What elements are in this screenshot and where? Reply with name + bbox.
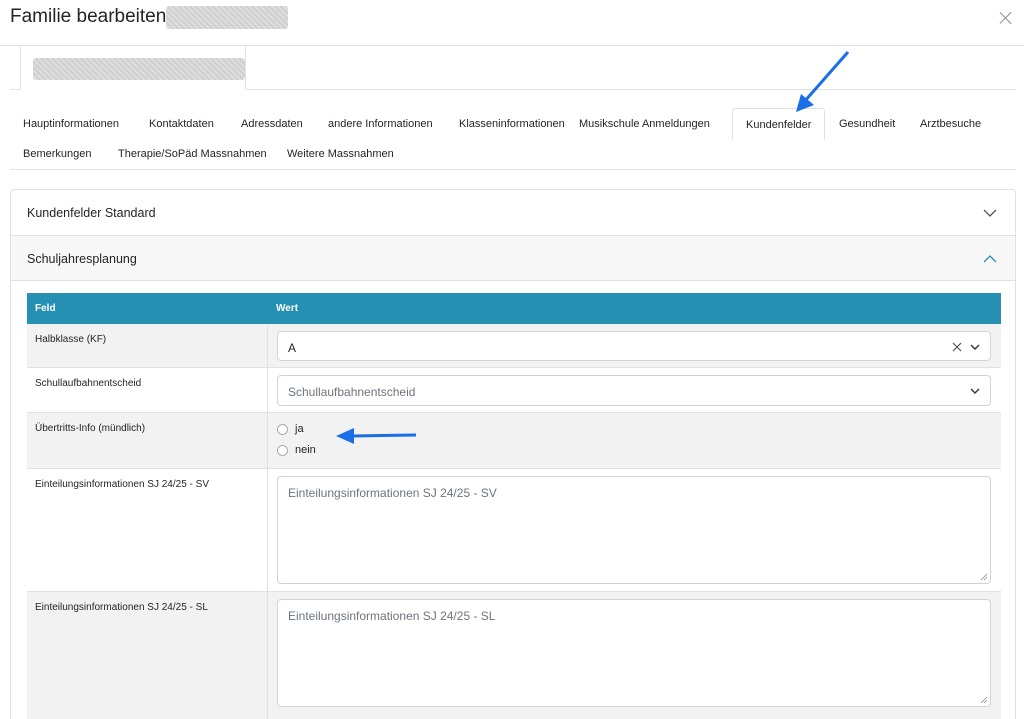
chevron-up-icon <box>983 255 997 263</box>
schullaufbahnentscheid-select[interactable]: Schullaufbahnentscheid <box>277 375 991 406</box>
select-value: A <box>288 341 297 355</box>
tab-weitere-massnahmen[interactable]: Weitere Massnahmen <box>274 138 407 170</box>
table-row-einteilung-sl: Einteilungsinformationen SJ 24/25 - SL E… <box>27 592 1001 719</box>
table-row-halbklasse: Halbklasse (KF) A <box>27 324 1001 368</box>
member-tab-strip <box>10 46 1016 90</box>
field-label: Einteilungsinformationen SJ 24/25 - SV <box>35 479 209 490</box>
halbklasse-select[interactable]: A <box>277 331 991 361</box>
radio-label: ja <box>295 423 304 435</box>
redacted-family-name <box>166 6 288 29</box>
einteilung-sv-textarea[interactable]: Einteilungsinformationen SJ 24/25 - SV <box>277 476 991 584</box>
field-label: Einteilungsinformationen SJ 24/25 - SL <box>35 602 208 613</box>
radio-option-nein[interactable]: nein <box>277 444 316 456</box>
column-divider <box>267 469 268 591</box>
tab-hauptinformationen[interactable]: Hauptinformationen <box>10 108 132 140</box>
table-header-wert: Wert <box>268 293 1001 324</box>
tab-andere-informationen[interactable]: andere Informationen <box>315 108 446 140</box>
tab-musikschule-anmeldungen[interactable]: Musikschule Anmeldungen <box>566 108 723 140</box>
einteilung-sl-textarea[interactable]: Einteilungsinformationen SJ 24/25 - SL <box>277 599 991 707</box>
column-divider <box>267 413 268 468</box>
modal-title: Familie bearbeiten <box>10 6 167 27</box>
accordion-label: Kundenfelder Standard <box>27 206 156 220</box>
annotation-arrow-icon <box>796 51 850 112</box>
chevron-down-icon[interactable] <box>970 387 980 395</box>
chevron-down-icon[interactable] <box>970 343 980 351</box>
select-placeholder: Schullaufbahnentscheid <box>288 385 416 399</box>
resize-handle-icon[interactable] <box>980 696 988 704</box>
tab-arztbesuche[interactable]: Arztbesuche <box>907 108 994 140</box>
accordion-label: Schuljahresplanung <box>27 252 137 266</box>
modal-header: Familie bearbeiten <box>0 0 1024 46</box>
column-divider <box>267 324 268 367</box>
redacted-member-name <box>33 58 245 80</box>
radio-button[interactable] <box>277 423 288 435</box>
radio-label: nein <box>295 444 316 456</box>
chevron-down-icon <box>983 209 997 217</box>
column-divider <box>267 592 268 719</box>
resize-handle-icon[interactable] <box>980 573 988 581</box>
textarea-placeholder: Einteilungsinformationen SJ 24/25 - SL <box>288 609 496 623</box>
tab-bemerkungen[interactable]: Bemerkungen <box>10 138 105 170</box>
annotation-arrow-icon <box>336 428 417 444</box>
radio-option-ja[interactable]: ja <box>277 423 304 435</box>
close-icon[interactable] <box>998 10 1014 26</box>
tab-adressdaten[interactable]: Adressdaten <box>228 108 316 140</box>
tabs-divider <box>10 169 1016 170</box>
textarea-placeholder: Einteilungsinformationen SJ 24/25 - SV <box>288 486 497 500</box>
table-row-uebertritts-info: Übertritts-Info (mündlich) ja nein <box>27 413 1001 469</box>
tab-kontaktdaten[interactable]: Kontaktdaten <box>136 108 227 140</box>
tab-therapie-sopaed-massnahmen[interactable]: Therapie/SoPäd Massnahmen <box>105 138 280 170</box>
member-tab[interactable] <box>20 46 246 90</box>
field-label: Halbklasse (KF) <box>35 334 107 345</box>
table-header-feld: Feld <box>27 293 268 324</box>
accordion: Kundenfelder Standard Schuljahresplanung… <box>10 189 1016 719</box>
column-divider <box>267 368 268 412</box>
table-row-schullaufbahnentscheid: Schullaufbahnentscheid Schullaufbahnents… <box>27 368 1001 413</box>
tab-klasseninformationen[interactable]: Klasseninformationen <box>446 108 578 140</box>
accordion-kundenfelder-standard[interactable]: Kundenfelder Standard <box>11 190 1015 236</box>
field-label: Übertritts-Info (mündlich) <box>35 423 146 434</box>
accordion-schuljahresplanung[interactable]: Schuljahresplanung <box>11 235 1015 281</box>
clear-icon[interactable] <box>952 342 962 352</box>
field-label: Schullaufbahnentscheid <box>35 378 142 389</box>
table-row-einteilung-sv: Einteilungsinformationen SJ 24/25 - SV E… <box>27 469 1001 592</box>
radio-button[interactable] <box>277 444 288 456</box>
